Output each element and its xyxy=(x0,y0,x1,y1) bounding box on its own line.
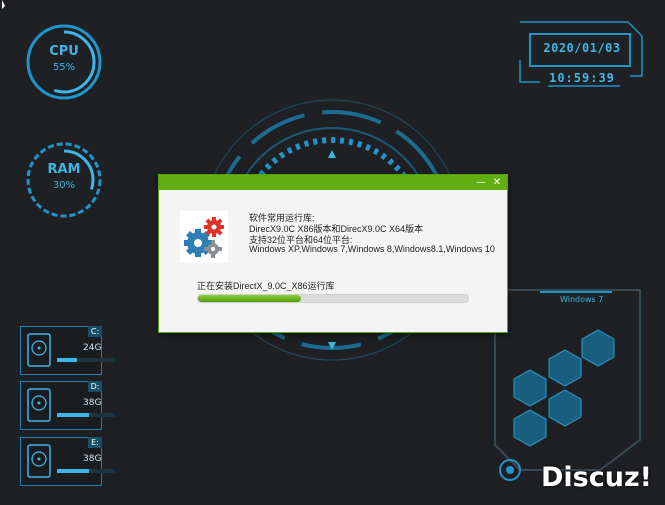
watermark: Discuz! xyxy=(541,462,652,493)
drive-letter: D: xyxy=(88,381,102,392)
drive-usage-fill xyxy=(57,413,89,417)
drive-size: 24G xyxy=(83,343,102,353)
hard-drive-icon xyxy=(27,333,51,367)
drive-usage-bar xyxy=(57,413,115,417)
windows-panel-label: Windows 7 xyxy=(560,295,604,304)
clock-date: 2020/01/03 xyxy=(543,41,621,55)
ram-label: RAM xyxy=(47,162,81,177)
cpu-gauge: CPU 55% xyxy=(24,22,104,102)
minimize-button[interactable]: — xyxy=(473,175,489,190)
dialog-text-line: Windows XP,Windows 7,Windows 8,Windows8.… xyxy=(249,244,495,254)
close-button[interactable]: ✕ xyxy=(489,175,505,190)
drive-letter: E: xyxy=(88,437,102,448)
gears-icon xyxy=(180,211,228,263)
drive-usage-bar xyxy=(57,469,115,473)
disk-card-e[interactable]: E: 38G xyxy=(20,437,115,486)
minimize-icon: — xyxy=(476,177,486,188)
disk-card-c[interactable]: C: 24G xyxy=(20,326,115,375)
clock-time: 10:59:39 xyxy=(549,71,615,85)
drive-usage-bar xyxy=(57,358,115,362)
close-icon: ✕ xyxy=(492,177,502,188)
hard-drive-icon xyxy=(27,388,51,422)
install-progress-bar xyxy=(197,294,469,303)
drive-usage-fill xyxy=(57,469,89,473)
cpu-label: CPU xyxy=(49,44,79,59)
dialog-titlebar[interactable]: — ✕ xyxy=(159,175,507,190)
hard-drive-icon xyxy=(27,444,51,478)
drive-usage-fill xyxy=(57,358,78,362)
ram-value: 30% xyxy=(52,180,76,191)
disk-card-d[interactable]: D: 38G xyxy=(20,381,115,430)
cpu-value: 55% xyxy=(52,62,76,73)
drive-size: 38G xyxy=(83,398,102,408)
ram-gauge: RAM 30% xyxy=(24,140,104,220)
installer-dialog: — ✕ 软件常用运行库: DirecX9.0C X86版本和DirecX9.0C… xyxy=(158,174,508,333)
install-progress-fill xyxy=(198,295,301,302)
install-status: 正在安装DirectX_9.0C_X86运行库 xyxy=(197,281,335,291)
drive-letter: C: xyxy=(88,326,102,337)
drive-size: 38G xyxy=(83,454,102,464)
